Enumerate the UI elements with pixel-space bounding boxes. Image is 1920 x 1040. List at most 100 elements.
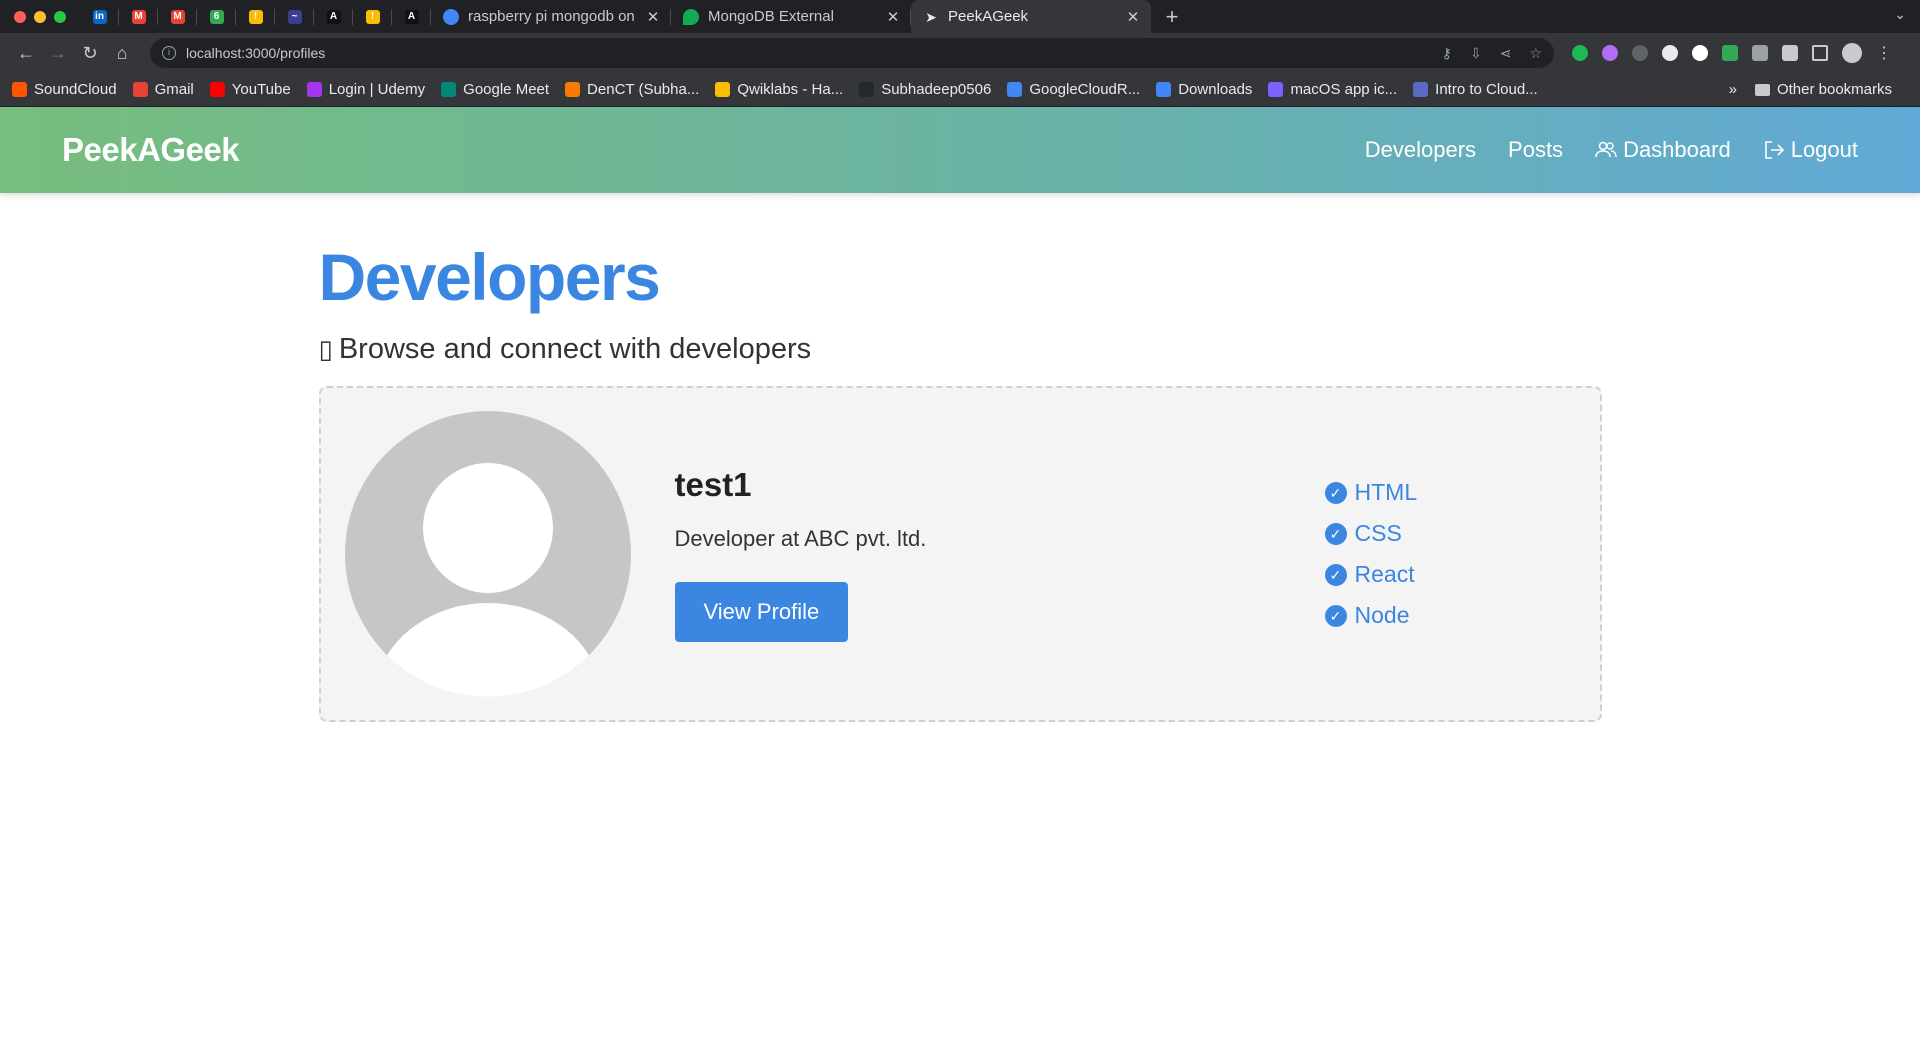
nav-links: Developers Posts Dashboard Logout bbox=[1365, 137, 1858, 163]
pinned-tab-gmail-2[interactable]: M bbox=[158, 0, 197, 33]
close-tab-icon[interactable]: ✕ bbox=[645, 8, 661, 26]
bookmark-item[interactable]: macOS app ic... bbox=[1268, 81, 1397, 98]
bookmarks-list: SoundCloud Gmail YouTube Login | Udemy Googl… bbox=[12, 81, 1554, 98]
bookmark-item[interactable]: DenCT (Subha... bbox=[565, 81, 699, 98]
bookmark-favicon-icon bbox=[565, 82, 581, 97]
skills-list: ✓ HTML ✓ CSS ✓ React ✓ Node bbox=[1324, 472, 1417, 636]
camera-extension-icon[interactable] bbox=[1752, 45, 1768, 61]
other-bookmarks-folder[interactable]: Other bookmarks bbox=[1754, 81, 1892, 98]
bookmark-label: Google Meet bbox=[463, 81, 550, 98]
more-menu-icon[interactable]: ⋮ bbox=[1876, 43, 1892, 63]
view-profile-button[interactable]: View Profile bbox=[674, 582, 849, 642]
nav-posts-label: Posts bbox=[1508, 137, 1564, 162]
feather-extension-icon[interactable] bbox=[1602, 45, 1618, 61]
bookmark-item[interactable]: YouTube bbox=[209, 81, 291, 98]
spotify-extension-icon[interactable] bbox=[1572, 45, 1588, 61]
browser-tab-bar: in M M 6! ~ A! A raspberry pi mongodb on ✕ Mon… bbox=[0, 0, 1920, 33]
bookmark-item[interactable]: SoundCloud bbox=[12, 81, 117, 98]
site-info-icon[interactable]: i bbox=[162, 46, 176, 60]
close-tab-icon[interactable]: ✕ bbox=[1125, 8, 1141, 26]
bookmark-label: YouTube bbox=[231, 81, 291, 98]
folder-icon bbox=[1754, 83, 1770, 96]
profile-role: Developer at ABC pvt. ltd. bbox=[674, 526, 927, 551]
share-icon[interactable]: ⋖ bbox=[1500, 45, 1512, 62]
tab-search-chevron-icon[interactable]: ⌄ bbox=[1894, 6, 1906, 23]
address-bar[interactable]: i localhost:3000/profiles ⚷ ⇩ ⋖ ☆ bbox=[150, 38, 1554, 68]
nav-dashboard-link[interactable]: Dashboard bbox=[1595, 137, 1731, 163]
bookmark-favicon-icon bbox=[859, 82, 875, 97]
linkedin-icon: in bbox=[92, 9, 107, 24]
bookmark-favicon-icon bbox=[132, 82, 148, 97]
profile-info: test1 Developer at ABC pvt. ltd. View Pr… bbox=[674, 466, 1295, 642]
bookmark-favicon-icon bbox=[441, 82, 457, 97]
pinned-tab-notion-a[interactable]: A bbox=[314, 0, 353, 33]
bookmark-item[interactable]: Subhadeep0506 bbox=[859, 81, 991, 98]
bookmarks-bar: SoundCloud Gmail YouTube Login | Udemy Googl… bbox=[0, 73, 1920, 107]
bookmark-favicon-icon bbox=[1268, 82, 1284, 97]
users-icon bbox=[1595, 141, 1617, 158]
pinned-tab-gmail-1[interactable]: M bbox=[119, 0, 158, 33]
bookmark-item[interactable]: Downloads bbox=[1156, 81, 1252, 98]
url-text: localhost:3000/profiles bbox=[186, 45, 326, 61]
side-panel-icon[interactable] bbox=[1812, 45, 1828, 61]
tab-title: raspberry pi mongodb on bbox=[468, 8, 635, 25]
key-icon: ! bbox=[248, 9, 263, 24]
bookmark-item[interactable]: Gmail bbox=[132, 81, 194, 98]
close-window-button[interactable] bbox=[14, 10, 26, 23]
tab-peekageek[interactable]: ➤ PeekAGeek ✕ bbox=[911, 0, 1151, 33]
minimize-window-button[interactable] bbox=[34, 10, 46, 23]
bookmark-item[interactable]: GoogleCloudR... bbox=[1007, 81, 1140, 98]
bookmark-favicon-icon bbox=[1413, 82, 1429, 97]
bookmark-favicon-icon bbox=[1156, 82, 1172, 97]
bookmark-item[interactable]: Qwiklabs - Ha... bbox=[715, 81, 843, 98]
page-title: Developers bbox=[318, 240, 661, 314]
robot-extension-icon[interactable] bbox=[1632, 45, 1648, 61]
brand-logo-link[interactable]: PeekAGeek bbox=[62, 131, 240, 169]
profile-card: test1 Developer at ABC pvt. ltd. View Pr… bbox=[318, 386, 1602, 722]
window-controls bbox=[14, 10, 66, 23]
install-app-icon[interactable]: ⇩ bbox=[1470, 45, 1482, 62]
puzzle-extensions-icon[interactable] bbox=[1782, 45, 1798, 61]
password-key-icon[interactable]: ⚷ bbox=[1442, 45, 1452, 62]
bookmark-label: macOS app ic... bbox=[1290, 81, 1398, 98]
main-content: Developers ▯ Browse and connect with dev… bbox=[318, 193, 1602, 722]
forward-button[interactable]: → bbox=[42, 43, 74, 64]
bookmark-label: Login | Udemy bbox=[328, 81, 426, 98]
bookmark-label: Subhadeep0506 bbox=[881, 81, 992, 98]
avatar-head-shape bbox=[422, 463, 553, 593]
nav-developers-link[interactable]: Developers bbox=[1365, 137, 1476, 163]
bookmarks-overflow-button[interactable]: » bbox=[1729, 81, 1737, 98]
sheets-extension-icon[interactable] bbox=[1722, 45, 1738, 61]
bookmark-item[interactable]: Intro to Cloud... bbox=[1413, 81, 1538, 98]
bookmark-favicon-icon bbox=[1007, 82, 1023, 97]
pinned-tab-key[interactable]: ! bbox=[236, 0, 275, 33]
back-button[interactable]: ← bbox=[10, 43, 42, 64]
pinned-tab-linkedin[interactable]: in bbox=[80, 0, 119, 33]
bookmark-item[interactable]: Login | Udemy bbox=[306, 81, 426, 98]
nav-posts-link[interactable]: Posts bbox=[1508, 137, 1563, 163]
pinned-tab-terminal[interactable]: ~ bbox=[275, 0, 314, 33]
bookmark-star-icon[interactable]: ☆ bbox=[1529, 45, 1542, 62]
tab-mongodb[interactable]: MongoDB External ✕ bbox=[671, 0, 911, 33]
new-tab-button[interactable]: + bbox=[1157, 4, 1187, 30]
glasses-extension-icon[interactable] bbox=[1662, 45, 1678, 61]
zoom-window-button[interactable] bbox=[54, 10, 66, 23]
lead-text: Browse and connect with developers bbox=[338, 333, 812, 365]
pinned-tab-notion-b[interactable]: A bbox=[392, 0, 431, 33]
reload-button[interactable]: ↻ bbox=[74, 43, 106, 64]
home-button[interactable]: ⌂ bbox=[106, 43, 138, 64]
medium-extension-icon[interactable] bbox=[1692, 45, 1708, 61]
profile-avatar-icon[interactable] bbox=[1842, 43, 1862, 63]
close-tab-icon[interactable]: ✕ bbox=[885, 8, 901, 26]
page-lead: ▯ Browse and connect with developers bbox=[319, 333, 1602, 366]
bookmark-label: SoundCloud bbox=[34, 81, 117, 98]
nav-developers-label: Developers bbox=[1364, 137, 1477, 162]
nav-logout-link[interactable]: Logout bbox=[1763, 137, 1858, 163]
bookmark-item[interactable]: Google Meet bbox=[441, 81, 549, 98]
gmail-1-icon: M bbox=[131, 9, 146, 24]
bookmark-label: Downloads bbox=[1178, 81, 1253, 98]
missing-glyph-icon: ▯ bbox=[318, 334, 333, 364]
pinned-tab-leaf[interactable]: 6 bbox=[197, 0, 236, 33]
tab-raspberry-pi[interactable]: raspberry pi mongodb on ✕ bbox=[431, 0, 671, 33]
pinned-tab-bell[interactable]: ! bbox=[353, 0, 392, 33]
